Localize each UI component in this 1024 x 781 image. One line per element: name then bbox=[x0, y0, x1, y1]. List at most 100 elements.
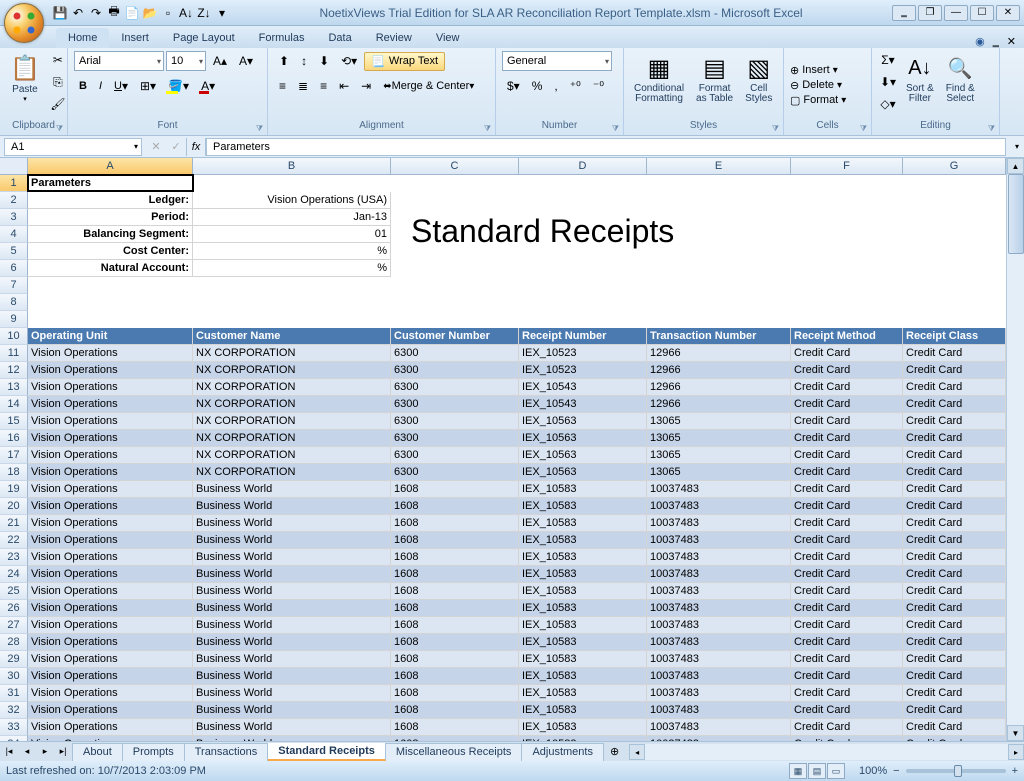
cell[interactable]: NX CORPORATION bbox=[193, 345, 391, 362]
cell[interactable]: Business World bbox=[193, 702, 391, 719]
sort-filter-button[interactable]: A↓Sort & Filter bbox=[902, 50, 938, 106]
cell[interactable]: IEX_10523 bbox=[519, 362, 647, 379]
formula-input[interactable]: Parameters bbox=[206, 138, 1006, 156]
format-cells-button[interactable]: ▢Format ▾ bbox=[790, 94, 846, 107]
row-header-8[interactable]: 8 bbox=[0, 294, 28, 311]
cell[interactable]: Credit Card bbox=[903, 634, 1006, 651]
cell[interactable]: 1608 bbox=[391, 651, 519, 668]
cell[interactable]: 10037483 bbox=[647, 736, 791, 741]
cell[interactable]: Business World bbox=[193, 600, 391, 617]
col-header-C[interactable]: C bbox=[391, 158, 519, 175]
row-header-29[interactable]: 29 bbox=[0, 651, 28, 668]
comma-icon[interactable]: , bbox=[549, 76, 562, 96]
row-header-16[interactable]: 16 bbox=[0, 430, 28, 447]
cell[interactable]: Vision Operations bbox=[28, 549, 193, 566]
cell[interactable]: 10037483 bbox=[647, 549, 791, 566]
cell[interactable]: 10037483 bbox=[647, 617, 791, 634]
cell[interactable]: Vision Operations bbox=[28, 651, 193, 668]
orientation-icon[interactable]: ⟲▾ bbox=[336, 51, 362, 71]
row-header-11[interactable]: 11 bbox=[0, 345, 28, 362]
cell[interactable]: Credit Card bbox=[791, 651, 903, 668]
cell[interactable]: Vision Operations bbox=[28, 566, 193, 583]
underline-button[interactable]: U▾ bbox=[109, 76, 133, 96]
cell[interactable]: Customer Name▾ bbox=[193, 328, 391, 345]
cell[interactable]: Credit Card bbox=[791, 447, 903, 464]
cell[interactable]: Credit Card bbox=[903, 736, 1006, 741]
cell[interactable]: 10037483 bbox=[647, 702, 791, 719]
cell-styles-button[interactable]: ▧Cell Styles bbox=[741, 50, 776, 106]
last-sheet-icon[interactable]: ▸| bbox=[54, 743, 72, 761]
tab-formulas[interactable]: Formulas bbox=[247, 28, 317, 48]
cell[interactable]: Vision Operations bbox=[28, 668, 193, 685]
cell[interactable]: Receipt Method▾ bbox=[791, 328, 903, 345]
conditional-formatting-button[interactable]: ▦Conditional Formatting bbox=[630, 50, 688, 106]
shrink-font-icon[interactable]: A▾ bbox=[234, 51, 258, 71]
tab-page-layout[interactable]: Page Layout bbox=[161, 28, 247, 48]
cell[interactable]: Vision Operations bbox=[28, 719, 193, 736]
cell[interactable]: Cost Center: bbox=[28, 243, 193, 260]
cell[interactable]: Credit Card bbox=[903, 651, 1006, 668]
cell[interactable]: Credit Card bbox=[903, 396, 1006, 413]
cell[interactable]: NX CORPORATION bbox=[193, 413, 391, 430]
office-button[interactable] bbox=[4, 3, 44, 43]
row-header-31[interactable]: 31 bbox=[0, 685, 28, 702]
cell[interactable]: Credit Card bbox=[791, 736, 903, 741]
cell[interactable]: 6300 bbox=[391, 413, 519, 430]
cell[interactable]: Business World bbox=[193, 651, 391, 668]
cell[interactable]: IEX_10583 bbox=[519, 617, 647, 634]
tab-data[interactable]: Data bbox=[316, 28, 363, 48]
row-header-22[interactable]: 22 bbox=[0, 532, 28, 549]
cell[interactable]: IEX_10583 bbox=[519, 668, 647, 685]
indent-dec-icon[interactable]: ⇤ bbox=[334, 76, 354, 96]
cell[interactable]: Credit Card bbox=[791, 379, 903, 396]
number-format-combo[interactable]: General bbox=[502, 51, 612, 71]
cell[interactable]: 12966 bbox=[647, 396, 791, 413]
increase-decimal-icon[interactable]: ⁺⁰ bbox=[565, 76, 586, 96]
cell[interactable]: Receipt Number▾ bbox=[519, 328, 647, 345]
cell[interactable]: Credit Card bbox=[903, 413, 1006, 430]
cell[interactable]: 6300 bbox=[391, 464, 519, 481]
zoom-level[interactable]: 100% bbox=[859, 765, 887, 777]
cell[interactable]: Vision Operations bbox=[28, 685, 193, 702]
cell[interactable]: IEX_10583 bbox=[519, 702, 647, 719]
col-header-B[interactable]: B bbox=[193, 158, 391, 175]
expand-formula-icon[interactable]: ▾ bbox=[1010, 142, 1024, 151]
cell[interactable]: 10037483 bbox=[647, 498, 791, 515]
cell[interactable]: Business World bbox=[193, 668, 391, 685]
col-header-G[interactable]: G bbox=[903, 158, 1006, 175]
row-header-25[interactable]: 25 bbox=[0, 583, 28, 600]
scroll-left-icon[interactable]: ◂ bbox=[629, 744, 645, 760]
col-header-A[interactable]: A bbox=[28, 158, 193, 175]
cell[interactable]: Business World bbox=[193, 549, 391, 566]
horizontal-scrollbar[interactable]: ◂ ▸ bbox=[629, 744, 1024, 760]
cell[interactable]: IEX_10583 bbox=[519, 498, 647, 515]
cell[interactable]: Credit Card bbox=[903, 532, 1006, 549]
cell[interactable]: Natural Account: bbox=[28, 260, 193, 277]
cut-icon[interactable]: ✂ bbox=[48, 50, 68, 70]
normal-view-icon[interactable]: ▦ bbox=[789, 763, 807, 779]
cell[interactable]: Credit Card bbox=[791, 566, 903, 583]
cell[interactable]: Vision Operations bbox=[28, 481, 193, 498]
print-icon[interactable]: 🖶 bbox=[106, 5, 122, 21]
cell[interactable]: Vision Operations bbox=[28, 362, 193, 379]
cell[interactable]: Vision Operations bbox=[28, 600, 193, 617]
border-button[interactable]: ⊞▾ bbox=[135, 76, 161, 96]
cell[interactable]: Balancing Segment: bbox=[28, 226, 193, 243]
grow-font-icon[interactable]: A▴ bbox=[208, 51, 232, 71]
cell[interactable]: IEX_10583 bbox=[519, 736, 647, 741]
cell[interactable]: 6300 bbox=[391, 430, 519, 447]
minimize-button[interactable]: — bbox=[944, 5, 968, 21]
cell[interactable]: 1608 bbox=[391, 498, 519, 515]
cell[interactable]: IEX_10583 bbox=[519, 549, 647, 566]
cell[interactable]: 1608 bbox=[391, 481, 519, 498]
cell[interactable]: 1608 bbox=[391, 702, 519, 719]
cell[interactable]: Period: bbox=[28, 209, 193, 226]
cell[interactable]: Credit Card bbox=[791, 719, 903, 736]
currency-icon[interactable]: $▾ bbox=[502, 76, 525, 96]
cell[interactable]: 12966 bbox=[647, 362, 791, 379]
cell[interactable]: 1608 bbox=[391, 685, 519, 702]
cell[interactable]: Business World bbox=[193, 583, 391, 600]
cell[interactable]: NX CORPORATION bbox=[193, 430, 391, 447]
row-header-24[interactable]: 24 bbox=[0, 566, 28, 583]
cell[interactable]: Credit Card bbox=[903, 668, 1006, 685]
